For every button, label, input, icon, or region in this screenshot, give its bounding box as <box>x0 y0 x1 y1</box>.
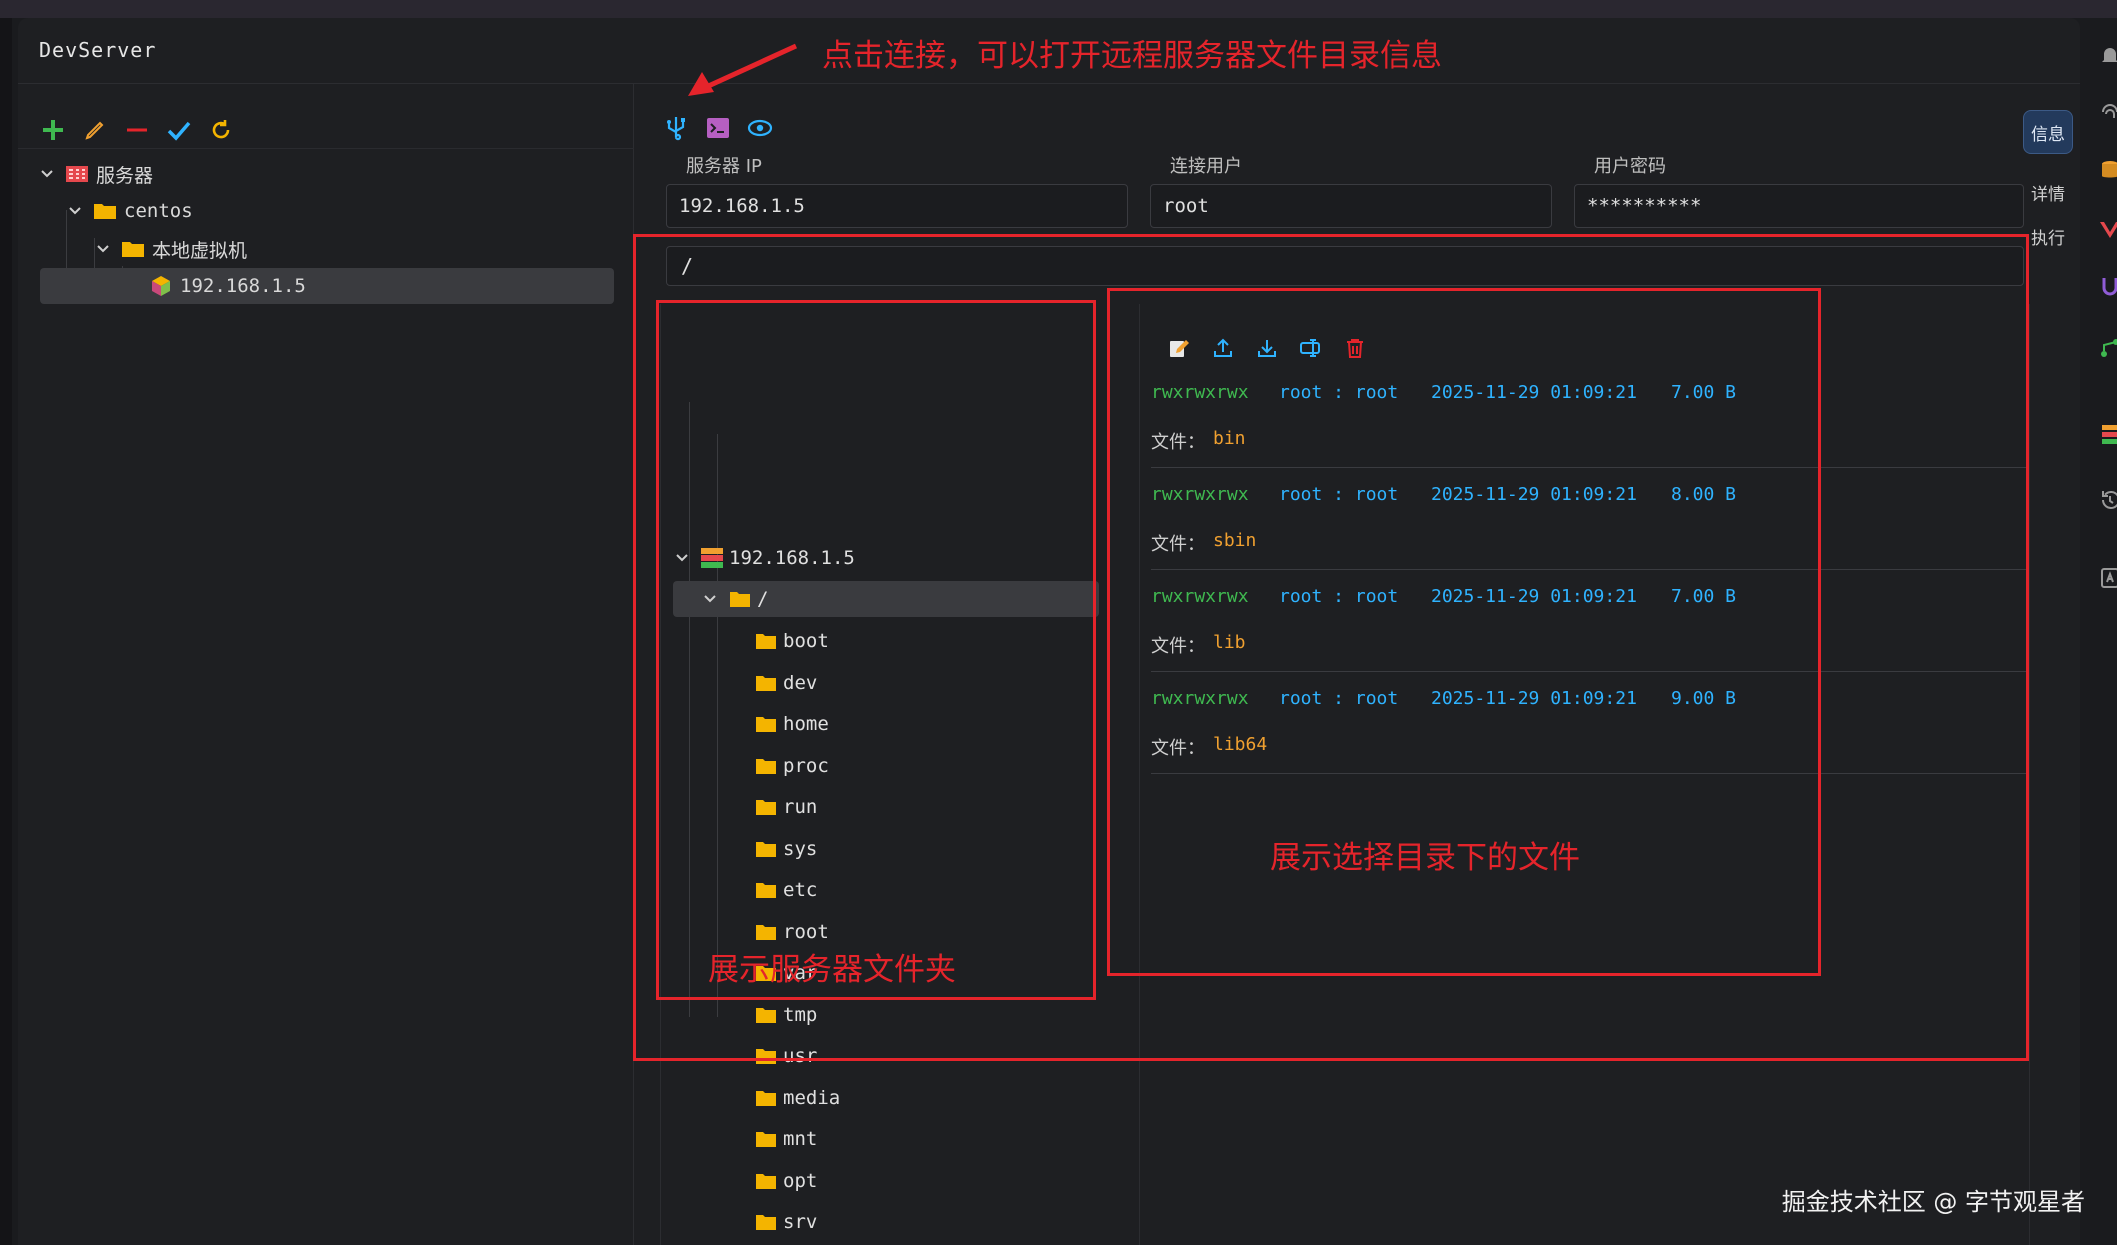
dir-label: opt <box>783 1169 818 1192</box>
chevron-down-icon <box>92 238 114 260</box>
chevron-down-icon <box>64 200 86 222</box>
dir-folder-opt[interactable]: opt <box>753 1164 817 1198</box>
toolbar-divider <box>18 148 634 149</box>
edit-server-button[interactable] <box>79 114 111 146</box>
dir-folder-media[interactable]: media <box>753 1081 840 1115</box>
dir-label: mnt <box>783 1128 818 1150</box>
password-input[interactable]: ********** <box>1574 184 2024 228</box>
server-list-icon[interactable] <box>2098 422 2117 446</box>
plus-icon <box>43 120 63 140</box>
annotation-arrow <box>688 43 798 96</box>
tree-node-label: 192.168.1.5 <box>180 275 306 297</box>
tree-node-servers[interactable]: 服务器 <box>36 158 153 190</box>
watermark: 掘金技术社区 @ 字节观星者 <box>1781 1188 2085 1216</box>
tree-node-label: centos <box>124 200 193 222</box>
folder-icon <box>120 238 146 260</box>
folder-icon <box>753 1087 779 1109</box>
fingerprint-icon[interactable] <box>2098 100 2117 124</box>
bell-icon[interactable] <box>2098 44 2117 68</box>
refresh-icon <box>212 120 230 139</box>
minus-icon <box>127 128 147 132</box>
folder-icon <box>753 1128 779 1150</box>
folder-icon <box>753 1170 779 1192</box>
chevron-down-icon <box>36 163 58 185</box>
view-button[interactable] <box>744 112 776 144</box>
user-label: 连接用户 <box>1170 156 1242 177</box>
eye-icon <box>747 119 773 137</box>
vue-icon[interactable] <box>2098 218 2117 242</box>
server-ip-label: 服务器 IP <box>686 156 762 177</box>
refresh-button[interactable] <box>205 114 237 146</box>
remove-server-button[interactable] <box>121 114 153 146</box>
dir-folder-srv[interactable]: srv <box>753 1205 817 1239</box>
usb-connect-icon <box>667 117 685 141</box>
tab-exec[interactable]: 执行 <box>2023 214 2073 258</box>
annotation-box-folders <box>656 300 1096 1000</box>
desktop-top-strip <box>0 0 2117 18</box>
annotation-files: 展示选择目录下的文件 <box>1270 840 1580 876</box>
check-icon <box>167 121 191 141</box>
tree-node-local-vm[interactable]: 本地虚拟机 <box>92 233 247 265</box>
server-group-icon <box>64 163 90 185</box>
tree-node-server-192-168-1-5[interactable]: 192.168.1.5 <box>40 268 614 304</box>
tab-info[interactable]: 信息 <box>2023 110 2073 154</box>
background-window-edge <box>0 18 12 1245</box>
confirm-button[interactable] <box>163 114 195 146</box>
connect-button[interactable] <box>660 112 692 144</box>
database-icon[interactable] <box>2098 158 2117 182</box>
far-right-toolbar <box>2080 18 2117 1245</box>
folder-icon <box>753 1211 779 1233</box>
dir-folder-mnt[interactable]: mnt <box>753 1122 817 1156</box>
git-icon[interactable] <box>2098 336 2117 360</box>
sidebar: 服务器 centos 本地虚拟机 192.168.1.5 <box>18 84 634 1245</box>
server-icon <box>148 275 174 297</box>
history-icon[interactable] <box>2098 488 2117 512</box>
server-ip-input[interactable]: 192.168.1.5 <box>666 184 1128 228</box>
tree-node-centos[interactable]: centos <box>64 195 193 227</box>
dictionary-icon[interactable] <box>2098 566 2117 590</box>
user-input[interactable]: root <box>1150 184 1552 228</box>
folder-icon <box>92 200 118 222</box>
tree-node-label: 本地虚拟机 <box>152 239 248 262</box>
tree-node-label: 服务器 <box>96 164 154 187</box>
terminal-button[interactable] <box>702 112 734 144</box>
app-title: DevServer <box>39 38 157 62</box>
tab-detail[interactable]: 详情 <box>2023 170 2073 214</box>
pencil-icon <box>85 121 104 140</box>
annotation-connect: 点击连接，可以打开远程服务器文件目录信息 <box>822 38 1442 74</box>
dir-label: srv <box>783 1211 818 1233</box>
annotation-folders: 展示服务器文件夹 <box>708 952 956 988</box>
dir-label: media <box>783 1086 841 1109</box>
terminal-icon <box>707 118 729 138</box>
plugin-icon[interactable] <box>2098 274 2117 298</box>
add-server-button[interactable] <box>37 114 69 146</box>
password-label: 用户密码 <box>1594 156 1666 177</box>
